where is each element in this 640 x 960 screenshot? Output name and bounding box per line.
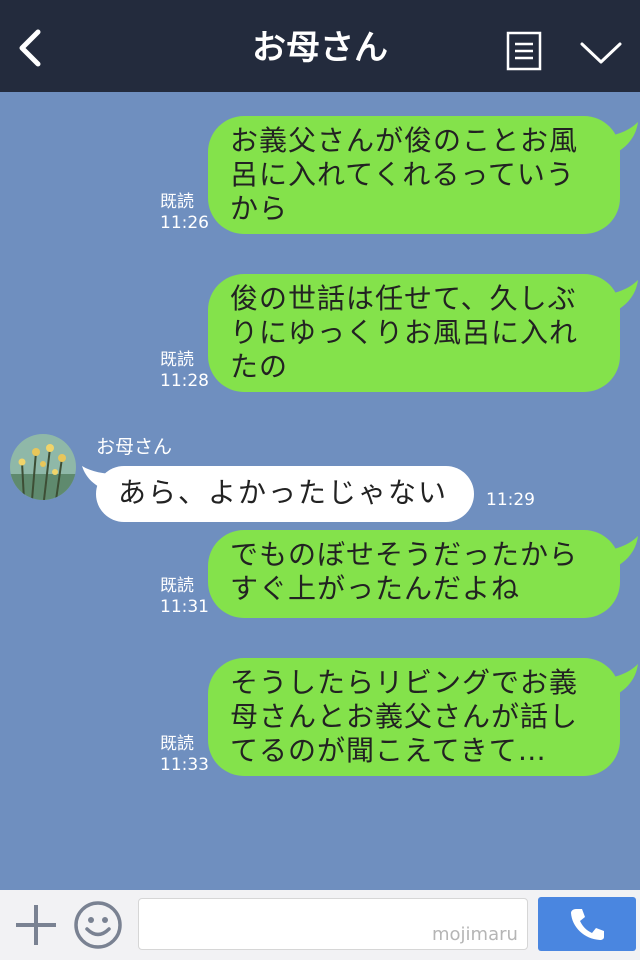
plus-icon [16,905,56,945]
message-meta: 既読 11:26 [160,192,209,234]
message-meta: 既読 11:28 [160,350,209,392]
read-label: 既読 [160,350,194,370]
back-button[interactable] [12,28,48,68]
avatar-image [10,434,76,500]
message-input-bar: mojimaru [0,890,640,960]
message-meta: 既読 11:31 [160,576,209,618]
menu-button[interactable] [506,31,542,71]
list-icon [506,31,542,71]
chat-header: お母さん [0,0,640,92]
sent-message-bubble[interactable]: でものぼせそうだったから すぐ上がったんだよね [208,530,620,618]
chevron-left-icon [19,29,41,67]
call-button[interactable] [538,897,636,951]
sent-message-bubble[interactable]: 俊の世話は任せて、久しぶ りにゆっくりお風呂に入れ たの [208,274,620,392]
message-meta: 既読 11:33 [160,734,209,776]
smiley-icon [74,901,122,949]
phone-icon [571,909,604,940]
sent-message-bubble[interactable]: お義父さんが俊のことお風 呂に入れてくれるっていう から [208,116,620,234]
received-message-bubble[interactable]: あら、よかったじゃない [96,466,474,522]
message-time: 11:33 [160,755,209,775]
message-time: 11:26 [160,213,209,233]
chat-area[interactable]: 既読 11:26 お義父さんが俊のことお風 呂に入れてくれるっていう から 既読… [0,92,640,890]
sent-message-bubble[interactable]: そうしたらリビングでお義 母さんとお義父さんが話し てるのが聞こえてきて… [208,658,620,776]
add-attachment-button[interactable] [14,903,58,947]
read-label: 既読 [160,192,194,212]
collapse-button[interactable] [578,36,624,66]
watermark-text: mojimaru [432,924,518,945]
chevron-down-icon [580,42,622,64]
message-time: 11:29 [486,490,535,510]
message-time: 11:28 [160,371,209,391]
chat-title: お母さん [252,28,388,68]
read-label: 既読 [160,576,194,596]
emoji-button[interactable] [73,900,123,950]
sender-name: お母さん [96,436,173,458]
avatar[interactable] [10,434,76,500]
message-time: 11:31 [160,597,209,617]
read-label: 既読 [160,734,194,754]
